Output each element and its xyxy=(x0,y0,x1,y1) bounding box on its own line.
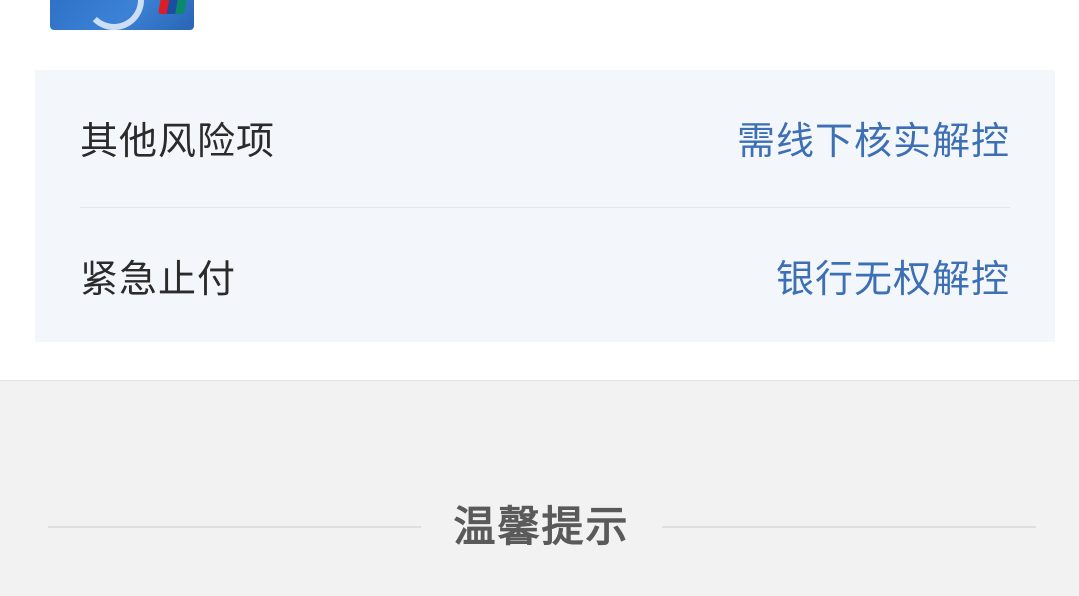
tips-divider-right xyxy=(662,526,1036,528)
tips-section-header: 温馨提示 xyxy=(48,495,1036,559)
card-swirl-decoration xyxy=(84,0,144,30)
risk-label: 紧急止付 xyxy=(80,256,237,301)
risk-label: 其他风险项 xyxy=(80,118,276,163)
tips-divider-left xyxy=(48,526,421,528)
risk-action-link[interactable]: 需线下核实解控 xyxy=(737,110,1010,165)
unionpay-card-icon xyxy=(50,0,194,30)
tips-title: 温馨提示 xyxy=(453,502,630,551)
unionpay-logo xyxy=(158,0,188,14)
risk-row-emergency-stop[interactable]: 紧急止付 银行无权解控 xyxy=(80,208,1010,342)
risk-status-card: 其他风险项 需线下核实解控 紧急止付 银行无权解控 xyxy=(0,0,1079,381)
risk-action-link[interactable]: 银行无权解控 xyxy=(776,248,1010,303)
risk-control-panel: 其他风险项 需线下核实解控 紧急止付 银行无权解控 xyxy=(35,70,1055,342)
risk-row-other[interactable]: 其他风险项 需线下核实解控 xyxy=(80,70,1010,204)
